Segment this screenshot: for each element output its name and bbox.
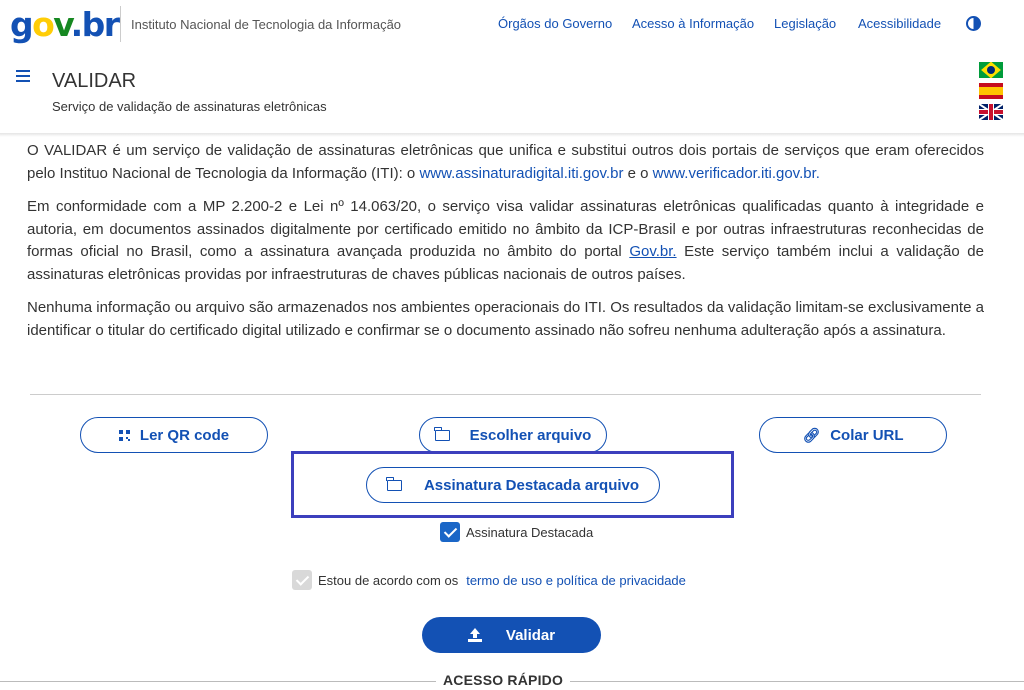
choose-file-button[interactable]: Escolher arquivo (419, 417, 607, 453)
page-subtitle: Serviço de validação de assinaturas elet… (52, 99, 327, 114)
qr-code-icon (118, 429, 130, 441)
intro-paragraph-2: Em conformidade com a MP 2.200-2 e Lei n… (27, 198, 984, 283)
intro-paragraph-3: Nenhuma informação ou arquivo são armaze… (27, 299, 984, 339)
paste-url-button[interactable]: 🔗︎ Colar URL (759, 417, 947, 453)
detached-signature-label: Assinatura Destacada (466, 524, 594, 540)
folder-open-icon (433, 426, 450, 441)
terms-agreement: Estou de acordo com os termo de uso e po… (292, 570, 686, 590)
link-assinaturadigital[interactable]: www.assinaturadigital.iti.gov.br (419, 165, 623, 182)
terms-label: Estou de acordo com os (318, 572, 459, 588)
quick-access-title: ACESSO RÁPIDO (436, 672, 571, 688)
link-acessibilidade[interactable]: Acessibilidade (858, 16, 941, 31)
link-legislacao[interactable]: Legislação (774, 16, 836, 31)
detached-signature-checkbox[interactable] (440, 522, 460, 542)
link-icon: 🔗︎ (802, 426, 821, 443)
intro-paragraph-1: O VALIDAR é um serviço de validação de a… (27, 142, 984, 182)
link-govbr[interactable]: Gov.br. (629, 243, 676, 260)
top-bar: gov.br Instituto Nacional de Tecnologia … (0, 0, 1024, 50)
read-qr-code-button[interactable]: Ler QR code (80, 417, 268, 453)
upload-icon (467, 628, 482, 642)
detached-signature-file-button[interactable]: Assinatura Destacada arquivo (366, 467, 660, 503)
page-title: VALIDAR (52, 70, 137, 92)
link-acesso-informacao[interactable]: Acesso à Informação (632, 16, 754, 31)
hamburger-menu-icon[interactable] (16, 70, 30, 82)
contrast-icon[interactable] (966, 16, 981, 31)
section-divider (30, 394, 981, 395)
flag-uk-icon[interactable] (979, 104, 1003, 120)
header-shadow (0, 133, 1024, 137)
link-orgaos-governo[interactable]: Órgãos do Governo (498, 16, 612, 31)
detached-signature-option: Assinatura Destacada (440, 522, 593, 542)
flag-spain-icon[interactable] (979, 83, 1003, 99)
language-selector (979, 62, 1003, 125)
intro-text: O VALIDAR é um serviço de validação de a… (27, 140, 984, 353)
top-nav: Órgãos do Governo Acesso à Informação Le… (0, 16, 1024, 36)
flag-brazil-icon[interactable] (979, 62, 1003, 78)
link-verificador[interactable]: www.verificador.iti.gov.br. (653, 165, 820, 182)
terms-link[interactable]: termo de uso e política de privacidade (466, 573, 686, 588)
folder-open-icon (385, 476, 402, 491)
terms-checkbox[interactable] (292, 570, 312, 590)
validate-button[interactable]: Validar (422, 617, 601, 653)
